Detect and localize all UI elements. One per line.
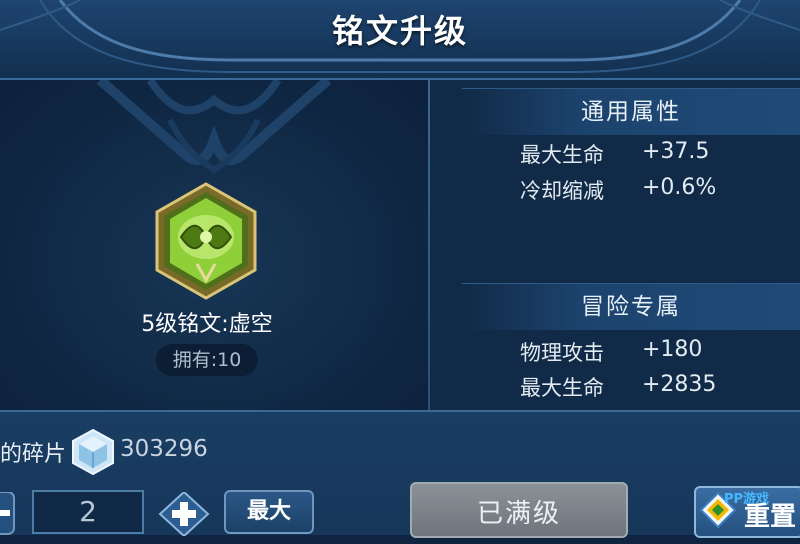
stat-label: 最大生命 [520,376,604,400]
general-attributes-header: 通用属性 [462,88,800,135]
reset-label: 重置 [744,502,797,532]
attributes-panel: 通用属性 最大生命 +37.5 冷却缩减 +0.6% 冒险专属 物理攻击 +18… [430,80,800,410]
stat-label: 冷却缩减 [520,179,604,203]
header-bar: 铭文升级 [0,0,800,80]
adventure-attributes-header: 冒险专属 [462,283,800,330]
decrease-button[interactable] [0,492,16,536]
upgrade-button[interactable]: 已满级 [410,482,628,538]
rune-panel: 5级铭文:虚空 拥有:10 [0,80,428,410]
stat-label: 物理攻击 [520,341,604,365]
crystal-icon [72,428,114,476]
stat-label: 最大生命 [520,143,604,167]
stat-value: +37.5 [642,139,710,164]
rune-name: 5级铭文:虚空 [141,312,273,337]
quantity-input[interactable]: 2 [32,490,144,534]
fragments-count: 303296 [120,436,208,462]
max-button[interactable]: 最大 [224,490,314,534]
reset-button[interactable]: PP游戏 重置 [694,486,800,538]
stat-value: +0.6% [642,175,717,200]
page-title: 铭文升级 [331,12,468,50]
owned-count-badge: 拥有:10 [156,344,258,376]
stat-value: +180 [642,337,703,362]
stat-value: +2835 [642,372,717,397]
plus-icon[interactable] [158,492,210,536]
fragments-label: 的碎片 [0,442,67,467]
hexagon-rune-icon[interactable] [153,182,259,300]
